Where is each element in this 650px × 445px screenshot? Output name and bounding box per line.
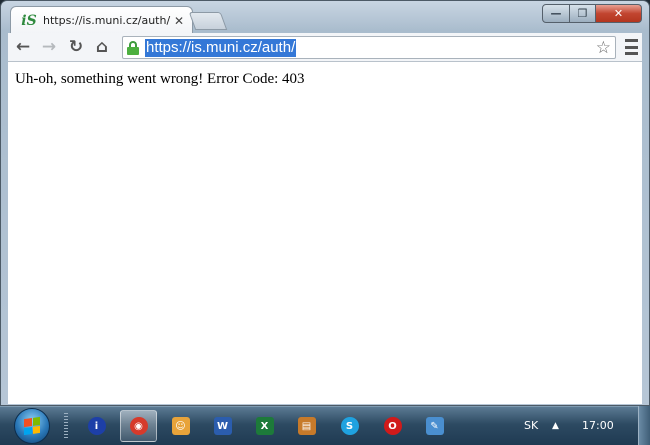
forward-arrow-icon[interactable]: → [38,37,60,57]
taskbar-app-opera[interactable]: O [374,410,411,442]
lock-icon [127,40,139,55]
paint-icon: ✎ [425,417,444,435]
clock[interactable]: 17:00 [582,406,614,445]
tab-close-icon[interactable]: ✕ [172,14,186,28]
window-controls: — ❐ ✕ [542,4,642,23]
close-window-button[interactable]: ✕ [596,4,642,23]
is-muni-logo-icon: iS [21,12,37,29]
error-message: Uh-oh, something went wrong! Error Code:… [15,71,305,87]
address-url: https://is.muni.cz/auth/ [145,38,297,57]
tray-expand-icon[interactable]: ▲ [552,406,559,445]
opera-icon: O [383,417,402,435]
page-viewport: Uh-oh, something went wrong! Error Code:… [8,62,642,404]
reload-icon[interactable]: ↻ [65,37,87,57]
minimize-button[interactable]: — [542,4,570,23]
bookmark-star-icon[interactable]: ☆ [596,38,611,58]
home-icon[interactable]: ⌂ [91,37,113,57]
chrome-menu-icon[interactable] [625,39,638,55]
taskbar-app-messenger[interactable]: ☺ [162,410,199,442]
maximize-button[interactable]: ❐ [570,4,596,23]
smiley-icon: ☺ [171,417,190,435]
taskbar-app-info[interactable]: i [78,410,115,442]
taskbar-app-skype[interactable]: S [331,410,368,442]
taskbar-app-excel[interactable]: X [246,410,283,442]
address-bar[interactable]: https://is.muni.cz/auth/ ☆ [122,36,616,59]
excel-icon: X [255,417,274,435]
folder-icon: ▤ [297,417,316,435]
new-tab-button[interactable] [188,12,228,30]
chrome-icon: ◉ [129,417,148,435]
taskbar-app-paint[interactable]: ✎ [416,410,453,442]
word-icon: W [213,417,232,435]
taskbar-app-word[interactable]: W [204,410,241,442]
show-desktop-button[interactable] [638,406,650,445]
start-button[interactable] [14,408,50,444]
taskbar-app-chrome[interactable]: ◉ [120,410,157,442]
taskbar-app-folder[interactable]: ▤ [288,410,325,442]
browser-tab[interactable]: iS https://is.muni.cz/auth/ ✕ [10,6,193,34]
skype-icon: S [340,417,359,435]
info-icon: i [87,417,106,435]
browser-toolbar: ← → ↻ ⌂ https://is.muni.cz/auth/ ☆ [8,33,642,62]
windows-logo-icon [24,416,40,436]
tab-title: https://is.muni.cz/auth/ [43,14,171,27]
back-arrow-icon[interactable]: ← [12,37,34,57]
taskbar-grip[interactable] [64,413,68,439]
language-indicator[interactable]: SK [524,406,538,445]
